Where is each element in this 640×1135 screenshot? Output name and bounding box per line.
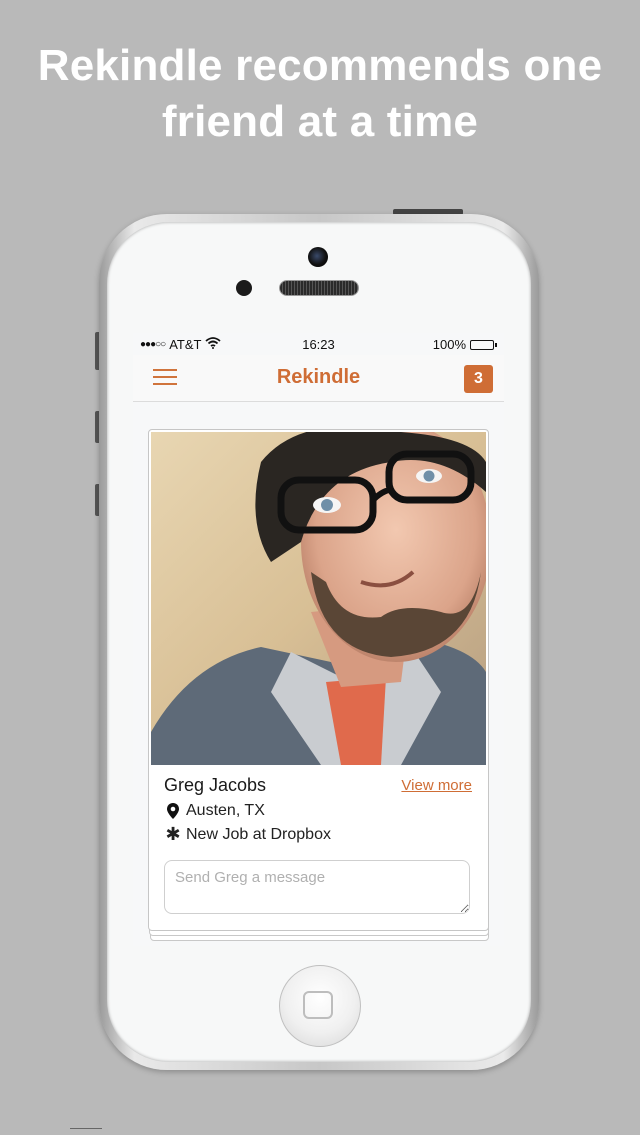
update-row: ✱ New Job at Dropbox (164, 824, 472, 845)
message-input[interactable] (164, 860, 470, 914)
earpiece-speaker (279, 280, 359, 296)
app-title: Rekindle (276, 366, 361, 388)
headline: Rekindle recommends one friend at a time (0, 38, 640, 150)
notification-badge[interactable]: 3 (464, 365, 493, 393)
home-square-icon (303, 991, 333, 1019)
location-text: Austen, TX (186, 802, 265, 819)
asterisk-icon: ✱ (165, 824, 181, 844)
app-screen: ●●●○○ AT&T 16:23 100% Rekindle 3 Greg Ja… (133, 333, 504, 946)
battery-percent: 100% (432, 337, 466, 352)
battery-icon (470, 339, 497, 350)
headline-line-2: friend at a time (161, 97, 479, 146)
proximity-sensor (236, 280, 252, 296)
footer-divider (70, 1128, 102, 1129)
friend-card[interactable]: Greg Jacobs View more Austen, TX ✱ New J… (148, 429, 489, 931)
view-more-link[interactable]: View more (401, 777, 472, 794)
location-row: Austen, TX (164, 802, 472, 820)
profile-photo (151, 432, 486, 765)
card-info: Greg Jacobs View more Austen, TX ✱ New J… (164, 775, 472, 845)
status-bar: ●●●○○ AT&T 16:23 100% (133, 333, 504, 355)
headline-line-1: Rekindle recommends one (37, 41, 603, 90)
map-pin-icon (164, 803, 182, 819)
update-text: New Job at Dropbox (186, 825, 331, 843)
front-camera (308, 247, 328, 267)
navigation-bar: Rekindle 3 (133, 355, 504, 402)
